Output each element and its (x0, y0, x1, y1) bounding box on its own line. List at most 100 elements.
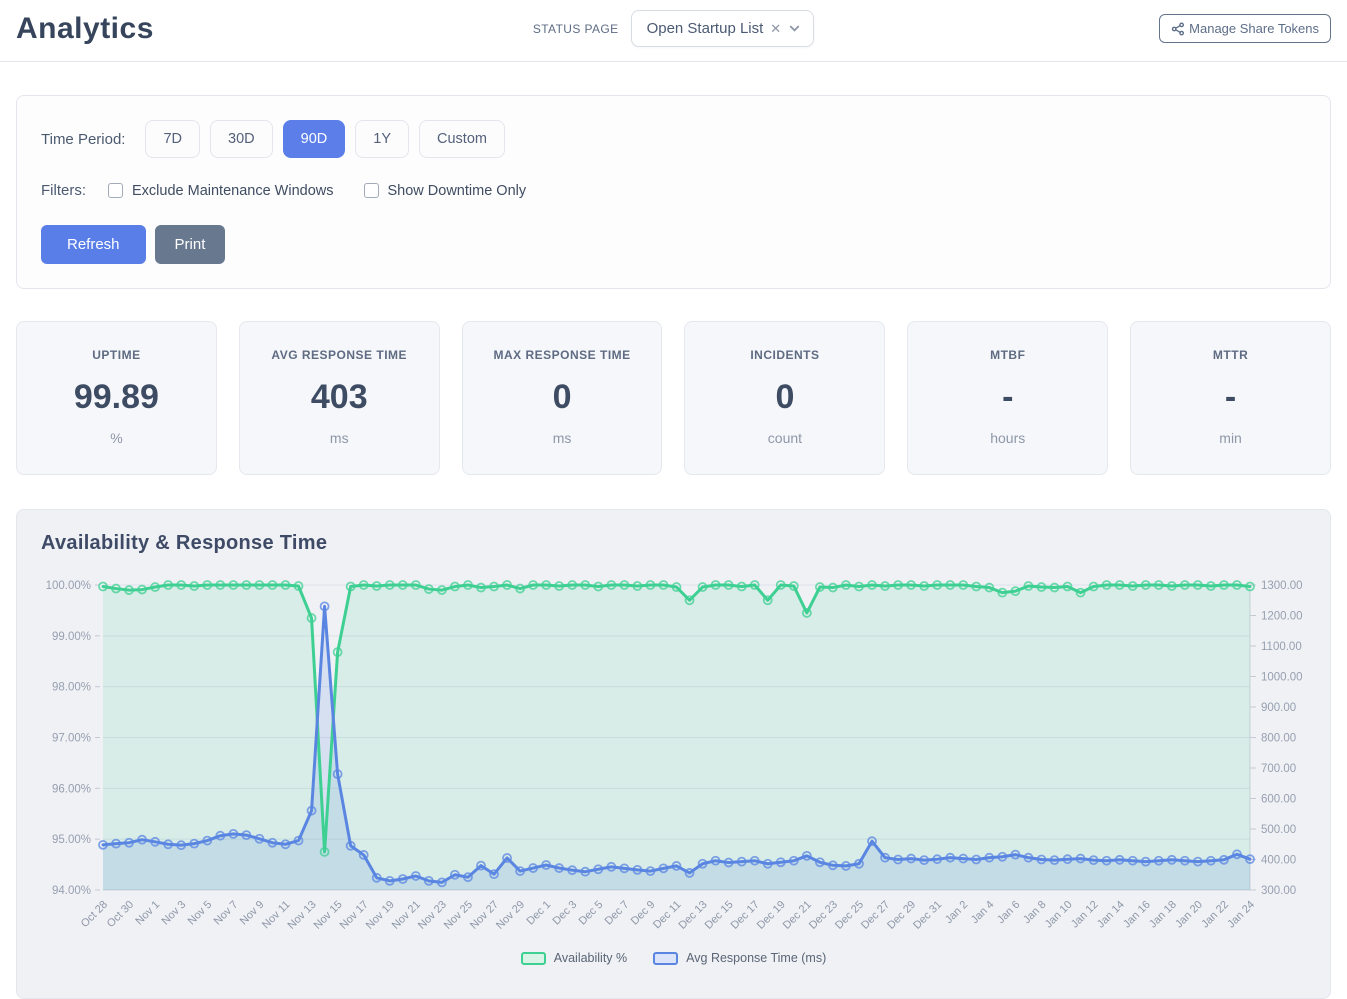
stat-unit: ms (246, 430, 433, 446)
time-period-1y-button[interactable]: 1Y (355, 120, 409, 158)
stat-label: MAX RESPONSE TIME (469, 348, 656, 362)
availability-response-chart[interactable]: 94.00% 95.00% 96.00% 97.00% 98.00% 99.00% 100.… (17, 559, 1330, 951)
clear-selection-icon[interactable]: ✕ (770, 22, 781, 35)
svg-text:94.00%: 94.00% (52, 885, 91, 897)
manage-share-tokens-button[interactable]: Manage Share Tokens (1159, 14, 1331, 43)
svg-text:96.00%: 96.00% (52, 783, 91, 795)
stat-value: - (1137, 378, 1324, 417)
svg-text:95.00%: 95.00% (52, 834, 91, 846)
legend-item-response-time[interactable]: Avg Response Time (ms) (653, 951, 826, 965)
header-actions: Manage Share Tokens (814, 14, 1331, 43)
filters-row: Filters: Exclude Maintenance Windows Sho… (41, 182, 1306, 199)
svg-text:Nov 19: Nov 19 (364, 899, 397, 932)
svg-text:500.00: 500.00 (1261, 824, 1296, 836)
refresh-button[interactable]: Refresh (41, 225, 146, 264)
stat-card-avg-response: AVG RESPONSE TIME 403 ms (239, 321, 440, 475)
chart-title: Availability & Response Time (41, 532, 1330, 555)
show-downtime-checkbox-group[interactable]: Show Downtime Only (364, 183, 527, 199)
chart-legend: Availability % Avg Response Time (ms) (17, 951, 1330, 965)
svg-text:99.00%: 99.00% (52, 631, 91, 643)
stat-value: 99.89 (23, 378, 210, 417)
show-downtime-label: Show Downtime Only (388, 183, 527, 199)
manage-share-tokens-label: Manage Share Tokens (1189, 21, 1319, 36)
stat-label: MTTR (1137, 348, 1324, 362)
svg-text:Jan 22: Jan 22 (1199, 899, 1231, 931)
svg-text:Jan 24: Jan 24 (1225, 899, 1257, 931)
svg-text:Dec 17: Dec 17 (729, 899, 762, 932)
svg-text:600.00: 600.00 (1261, 794, 1296, 806)
stat-card-uptime: UPTIME 99.89 % (16, 321, 217, 475)
svg-text:Jan 2: Jan 2 (943, 899, 971, 927)
svg-text:900.00: 900.00 (1261, 702, 1296, 714)
stats-row: UPTIME 99.89 % AVG RESPONSE TIME 403 ms … (16, 321, 1331, 475)
time-period-30d-button[interactable]: 30D (210, 120, 273, 158)
svg-text:Oct 28: Oct 28 (79, 899, 110, 930)
svg-text:Nov 5: Nov 5 (186, 899, 215, 928)
stat-unit: ms (469, 430, 656, 446)
filter-panel: Time Period: 7D 30D 90D 1Y Custom Filter… (16, 95, 1331, 289)
svg-text:1300.00: 1300.00 (1261, 580, 1303, 592)
svg-text:Dec 27: Dec 27 (859, 899, 892, 932)
svg-text:97.00%: 97.00% (52, 733, 91, 745)
stat-value: 0 (691, 378, 878, 417)
stat-unit: hours (914, 430, 1101, 446)
share-icon (1171, 22, 1185, 36)
status-page-select[interactable]: Open Startup List ✕ (631, 10, 815, 47)
filters-label: Filters: (41, 182, 86, 199)
stat-value: 0 (469, 378, 656, 417)
svg-text:Jan 4: Jan 4 (969, 899, 997, 927)
svg-text:Dec 5: Dec 5 (577, 899, 606, 928)
stat-card-mttr: MTTR - min (1130, 321, 1331, 475)
chevron-down-icon[interactable] (788, 22, 801, 35)
svg-text:Nov 27: Nov 27 (468, 899, 501, 932)
svg-text:Dec 13: Dec 13 (677, 899, 710, 932)
exclude-maintenance-checkbox-group[interactable]: Exclude Maintenance Windows (108, 183, 334, 199)
response-time-swatch-icon (653, 952, 678, 965)
stat-card-incidents: INCIDENTS 0 count (684, 321, 885, 475)
svg-text:98.00%: 98.00% (52, 682, 91, 694)
stat-value: - (914, 378, 1101, 417)
svg-text:Dec 21: Dec 21 (781, 899, 814, 932)
svg-text:Nov 21: Nov 21 (390, 899, 423, 932)
exclude-maintenance-label: Exclude Maintenance Windows (132, 183, 334, 199)
stat-unit: count (691, 430, 878, 446)
legend-label: Avg Response Time (ms) (686, 951, 826, 965)
svg-text:700.00: 700.00 (1261, 763, 1296, 775)
time-period-7d-button[interactable]: 7D (145, 120, 200, 158)
svg-text:1000.00: 1000.00 (1261, 672, 1303, 684)
svg-text:Dec 23: Dec 23 (807, 899, 840, 932)
page-header: Analytics STATUS PAGE Open Startup List … (0, 0, 1347, 62)
exclude-maintenance-checkbox[interactable] (108, 183, 123, 198)
page-title: Analytics (16, 12, 533, 46)
svg-text:1100.00: 1100.00 (1261, 641, 1302, 653)
svg-text:Dec 31: Dec 31 (911, 899, 944, 932)
svg-text:Nov 15: Nov 15 (312, 899, 345, 932)
svg-text:Nov 7: Nov 7 (212, 899, 241, 928)
svg-text:Dec 7: Dec 7 (603, 899, 632, 928)
time-period-custom-button[interactable]: Custom (419, 120, 505, 158)
availability-swatch-icon (521, 952, 546, 965)
svg-text:Nov 17: Nov 17 (338, 899, 371, 932)
show-downtime-checkbox[interactable] (364, 183, 379, 198)
stat-label: INCIDENTS (691, 348, 878, 362)
svg-text:Jan 18: Jan 18 (1147, 899, 1179, 931)
svg-text:400.00: 400.00 (1261, 855, 1296, 867)
svg-text:Jan 12: Jan 12 (1069, 899, 1101, 931)
stat-label: UPTIME (23, 348, 210, 362)
stat-card-max-response: MAX RESPONSE TIME 0 ms (462, 321, 663, 475)
print-button[interactable]: Print (155, 225, 226, 264)
svg-text:Jan 20: Jan 20 (1173, 899, 1205, 931)
svg-text:100.00%: 100.00% (46, 580, 91, 592)
svg-text:Nov 25: Nov 25 (442, 899, 475, 932)
svg-text:1200.00: 1200.00 (1261, 611, 1303, 623)
time-period-90d-button[interactable]: 90D (283, 120, 346, 158)
action-buttons-row: Refresh Print (41, 225, 1306, 264)
stat-label: AVG RESPONSE TIME (246, 348, 433, 362)
svg-text:Jan 6: Jan 6 (995, 899, 1023, 927)
svg-text:Nov 23: Nov 23 (416, 899, 449, 932)
availability-chart-panel: Availability & Response Time 94.00% 95.00… (16, 509, 1331, 999)
svg-text:Dec 15: Dec 15 (703, 899, 736, 932)
legend-item-availability[interactable]: Availability % (521, 951, 627, 965)
legend-label: Availability % (554, 951, 627, 965)
svg-text:Dec 19: Dec 19 (755, 899, 788, 932)
